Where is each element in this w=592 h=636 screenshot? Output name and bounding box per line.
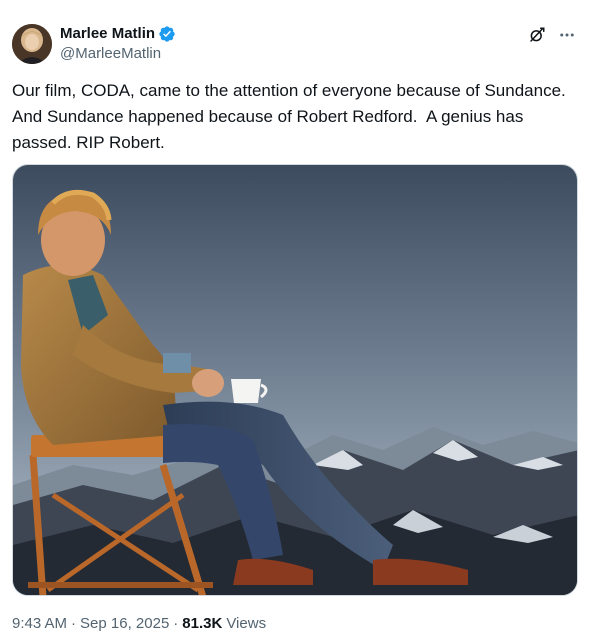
more-dots-icon[interactable] <box>558 26 576 44</box>
tweet-photo[interactable] <box>12 164 578 596</box>
grok-icon[interactable] <box>528 26 546 44</box>
tweet-date[interactable]: Sep 16, 2025 <box>80 614 169 634</box>
meta-separator: · <box>173 615 179 632</box>
author-name-row: Marlee Matlin <box>60 24 176 44</box>
avatar-image <box>12 24 52 64</box>
author-handle[interactable]: @MarleeMatlin <box>60 44 176 64</box>
author-display-name[interactable]: Marlee Matlin <box>60 24 155 44</box>
tweet-meta: 9:43 AM · Sep 16, 2025 · 81.3K Views <box>12 614 266 634</box>
views-label: Views <box>226 615 267 632</box>
verified-badge-icon[interactable] <box>158 25 176 43</box>
views-count[interactable]: 81.3K <box>182 614 222 634</box>
tweet-text: Our film, CODA, came to the attention of… <box>12 81 570 152</box>
author-avatar[interactable] <box>12 24 52 64</box>
tweet-top-actions <box>528 26 576 44</box>
tweet-time[interactable]: 9:43 AM <box>12 614 67 634</box>
author-info: Marlee Matlin @MarleeMatlin <box>60 24 176 64</box>
photo-image <box>13 165 577 595</box>
meta-separator: · <box>71 615 77 632</box>
tweet-card: Marlee Matlin @MarleeMatlin Our film, CO… <box>0 0 592 636</box>
